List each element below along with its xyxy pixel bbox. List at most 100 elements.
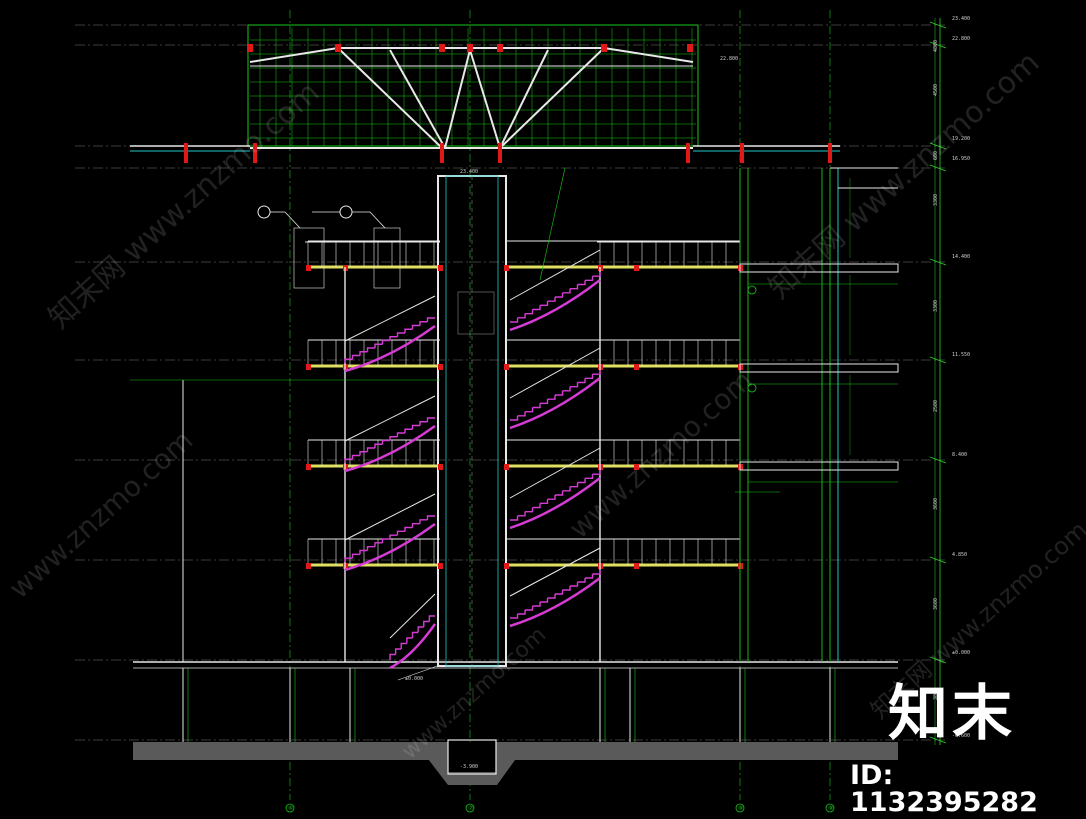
roof-support <box>686 143 690 163</box>
stair-step <box>592 370 601 375</box>
stair-step <box>555 390 564 396</box>
detail-callout-circle <box>339 205 353 219</box>
stair-step <box>547 297 556 302</box>
stair-step <box>577 478 586 484</box>
slab-node <box>738 563 743 569</box>
roof-support <box>740 143 744 163</box>
stair-step <box>419 519 428 524</box>
watermark-text: www.znzmo.com <box>3 424 200 606</box>
stair-handrail <box>509 249 601 301</box>
stair-step <box>585 276 594 282</box>
truss-diagonal <box>499 49 549 149</box>
stair-step <box>525 407 534 413</box>
dimension-label: 2500 <box>933 400 939 412</box>
level-mark-label: 8.400 <box>952 452 967 458</box>
callout-leader <box>369 211 386 229</box>
shaft-pit-mark: -3.900 <box>460 764 478 770</box>
stair-step <box>411 631 419 638</box>
dimension-label: 4800 <box>933 40 939 52</box>
stair-step <box>428 615 435 622</box>
stair-step <box>562 486 571 492</box>
stair-step <box>411 424 420 430</box>
stair-soffit <box>509 577 601 628</box>
stair-step <box>426 515 435 520</box>
grid-lines: ⑥ ⑦ ⑧ ⑨ <box>75 10 947 813</box>
truss-diagonal <box>469 49 501 149</box>
leader-diagonal <box>539 167 566 281</box>
right-floor-slab <box>739 461 899 471</box>
level-mark-label: 14.400 <box>952 254 970 260</box>
stair-step <box>577 378 586 384</box>
slab-node <box>504 563 509 569</box>
stair-step <box>426 417 435 422</box>
stair-step <box>532 403 541 409</box>
image-id-label: ID: 1132395282 <box>850 760 1038 818</box>
slab-node <box>504 464 509 470</box>
roof-support <box>440 143 444 163</box>
stair-step <box>344 458 353 463</box>
roof-level-tag: 22.800 <box>720 56 738 62</box>
stair-step <box>381 439 390 445</box>
callout-leader <box>284 211 301 229</box>
slab-node <box>634 265 639 271</box>
dimension-label: 3600 <box>933 598 939 610</box>
stair-step <box>374 443 383 448</box>
watermark-text: www.znzmo.com <box>563 364 760 546</box>
stair-step <box>351 553 360 559</box>
roof-support <box>828 143 832 163</box>
axis-bubble-label: ⑥ <box>288 805 293 812</box>
stair-step <box>540 399 549 405</box>
truss-top-chord <box>249 47 339 63</box>
stair-step <box>374 343 383 348</box>
stair-soffit <box>344 324 436 373</box>
detail-box-left <box>293 227 325 289</box>
roof-node <box>497 44 503 52</box>
stair-step <box>389 653 396 660</box>
stair-step <box>577 578 586 583</box>
stair-step <box>532 503 541 509</box>
stair-step <box>510 317 519 323</box>
stair-step <box>555 292 564 298</box>
slab-node <box>504 364 509 370</box>
stair-step <box>406 637 413 644</box>
truss-top-chord <box>603 47 694 63</box>
dimension-label: 3300 <box>933 300 939 312</box>
stair-step <box>562 586 571 591</box>
roof-node <box>335 44 341 52</box>
stair-step <box>540 598 549 603</box>
roof-glazing-frame <box>247 24 699 147</box>
stair-step <box>366 347 375 352</box>
stair-step <box>525 606 534 611</box>
roof-node <box>439 44 445 52</box>
elevator-car <box>457 291 495 335</box>
level-mark-label: 4.850 <box>952 552 967 558</box>
slab-node <box>634 563 639 569</box>
stair-soffit <box>344 424 436 473</box>
stair-step <box>570 382 579 388</box>
stair-step <box>540 499 549 505</box>
watermarks: 知末网 www.znzmo.comwww.znzmo.com知末网 www.zn… <box>3 45 1086 764</box>
stair-step <box>419 321 428 326</box>
slab-node <box>306 364 311 370</box>
stair-step <box>374 542 383 547</box>
detail-callout-circle <box>257 205 271 219</box>
roof-node <box>601 44 607 52</box>
stair-step <box>562 288 571 294</box>
stair-step <box>351 354 360 360</box>
stair-step <box>592 470 601 475</box>
stair-step <box>366 447 375 452</box>
stair-step <box>366 545 375 551</box>
stair-step <box>400 642 407 649</box>
stair-step <box>585 374 594 380</box>
stair-step <box>585 474 594 480</box>
stair-step <box>517 411 526 417</box>
stair-step <box>532 602 541 607</box>
level-mark-label: 16.950 <box>952 156 970 162</box>
stair-step <box>517 511 526 517</box>
stair-step <box>547 594 556 599</box>
stair-step <box>411 522 420 528</box>
stair-step <box>525 309 534 315</box>
stair-step <box>394 648 402 655</box>
stair-step <box>396 530 405 536</box>
slab-node <box>306 464 311 470</box>
